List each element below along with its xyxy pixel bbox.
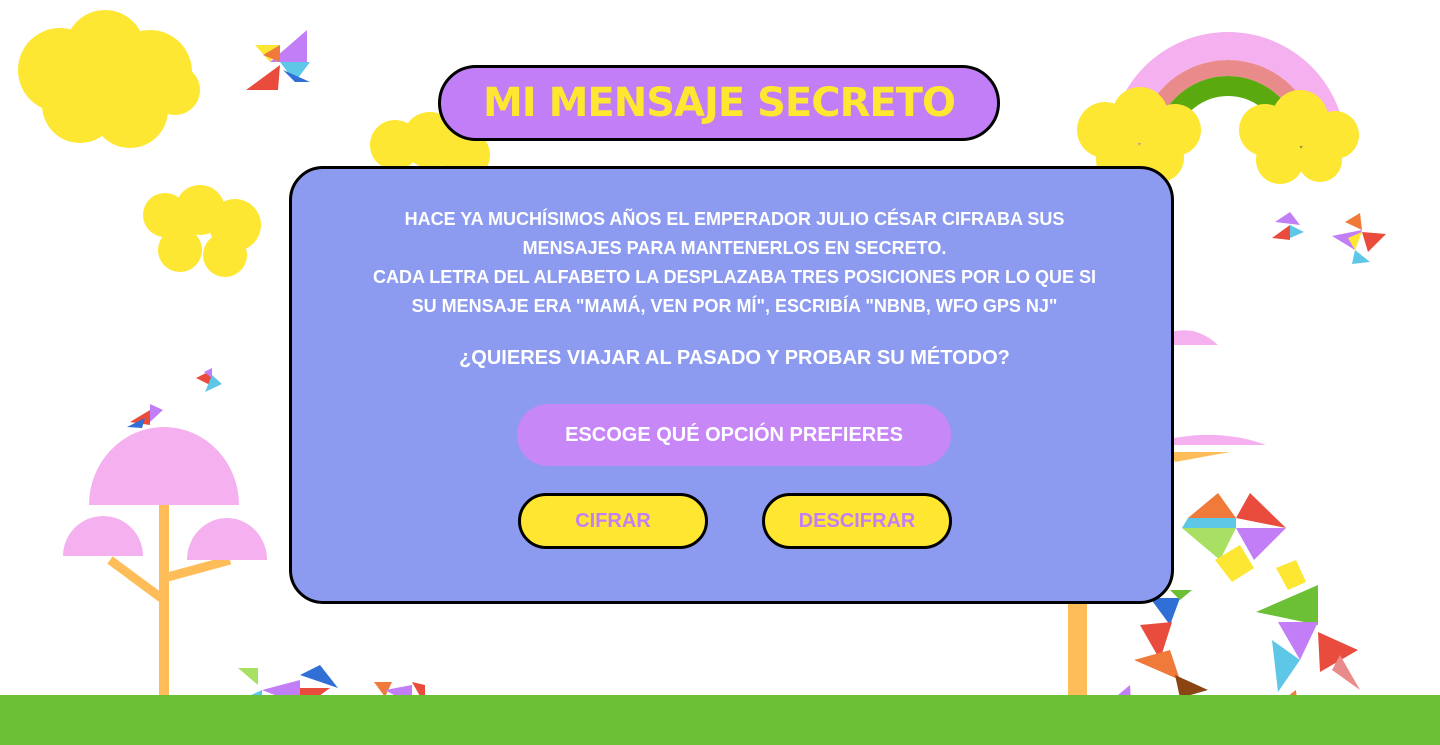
story-text: HACE YA MUCHÍSIMOS AÑOS EL EMPERADOR JUL… bbox=[332, 205, 1137, 321]
tangram-bird-icon bbox=[1332, 213, 1386, 264]
tangram-heart-icon bbox=[1182, 493, 1286, 582]
cloud-icon bbox=[143, 185, 261, 277]
tangram-bird-icon bbox=[127, 404, 163, 428]
page-title: MI MENSAJE SECRETO bbox=[482, 80, 956, 126]
decrypt-button[interactable]: DESCIFRAR bbox=[762, 493, 952, 549]
story-panel: HACE YA MUCHÍSIMOS AÑOS EL EMPERADOR JUL… bbox=[289, 166, 1174, 604]
cloud-icon bbox=[18, 10, 200, 148]
tangram-bird-icon bbox=[1272, 212, 1304, 240]
story-line: CADA LETRA DEL ALFABETO LA DESPLAZABA TR… bbox=[372, 267, 1097, 287]
tree-icon bbox=[63, 427, 267, 707]
tangram-bird-icon bbox=[246, 30, 310, 90]
title-banner: MI MENSAJE SECRETO bbox=[438, 65, 1000, 141]
encrypt-button[interactable]: CIFRAR bbox=[518, 493, 708, 549]
story-line: MENSAJES PARA MANTENERLOS EN SECRETO. bbox=[522, 238, 947, 258]
story-line: SU MENSAJE ERA "MAMÁ, VEN POR MÍ", ESCRI… bbox=[411, 296, 1058, 316]
tangram-runner-icon bbox=[1256, 560, 1360, 712]
tangram-bird-icon bbox=[196, 368, 222, 392]
story-line: HACE YA MUCHÍSIMOS AÑOS EL EMPERADOR JUL… bbox=[404, 209, 1065, 229]
choose-option-label: ESCOGE QUÉ OPCIÓN PREFIERES bbox=[517, 404, 951, 466]
question-text: ¿QUIERES VIAJAR AL PASADO Y PROBAR SU MÉ… bbox=[459, 347, 1010, 369]
grass-ground bbox=[0, 695, 1440, 745]
